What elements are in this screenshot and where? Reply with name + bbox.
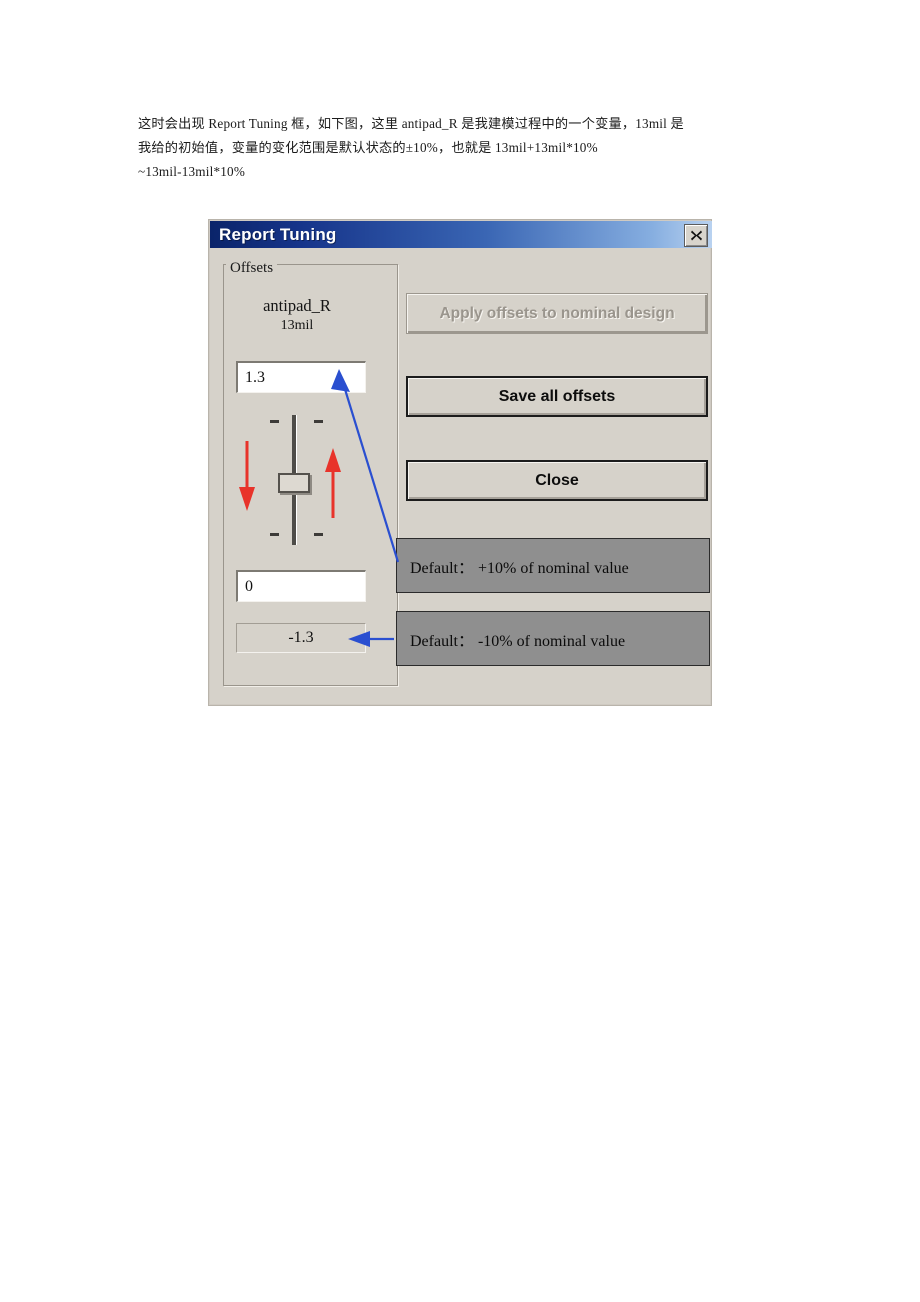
save-all-offsets-button[interactable]: Save all offsets bbox=[406, 376, 708, 417]
close-dialog-button[interactable]: Close bbox=[406, 460, 708, 501]
upper-offset-value: 1.3 bbox=[245, 368, 265, 386]
offsets-legend-label: Offsets bbox=[226, 261, 278, 276]
lower-offset-value: -1.3 bbox=[288, 629, 314, 646]
callout-minus-text: Default： -10% of nominal value bbox=[410, 632, 626, 650]
close-dialog-label: Close bbox=[535, 471, 579, 489]
doc-line-3: ~13mil-13mil*10% bbox=[138, 164, 246, 179]
slider-thumb[interactable] bbox=[278, 473, 310, 493]
slider-tick-bottom-right bbox=[314, 533, 323, 536]
callout-plus-ten: Default： +10% of nominal value bbox=[396, 538, 710, 593]
dialog-title: Report Tuning bbox=[219, 224, 337, 244]
apply-offsets-label: Apply offsets to nominal design bbox=[439, 304, 675, 322]
callout-plus-text: Default： +10% of nominal value bbox=[410, 559, 629, 577]
lower-offset-field: -1.3 bbox=[236, 623, 366, 653]
mid-offset-value: 0 bbox=[245, 577, 253, 595]
slider-tick-bottom-left bbox=[270, 533, 279, 536]
variable-name-label: antipad_R bbox=[263, 296, 331, 315]
upper-offset-input[interactable]: 1.3 bbox=[236, 361, 366, 393]
mid-offset-input[interactable]: 0 bbox=[236, 570, 366, 602]
dialog-titlebar[interactable]: Report Tuning bbox=[210, 221, 712, 248]
callout-minus-ten: Default： -10% of nominal value bbox=[396, 611, 710, 666]
apply-offsets-button[interactable]: Apply offsets to nominal design bbox=[406, 293, 708, 334]
doc-line-2: 我给的初始值，变量的变化范围是默认状态的±10%，也就是 13mil+13mil… bbox=[138, 140, 598, 155]
doc-line-1: 这时会出现 Report Tuning 框，如下图，这里 antipad_R 是… bbox=[138, 116, 684, 131]
red-down-arrow bbox=[239, 441, 255, 511]
nominal-value-label: 13mil bbox=[280, 318, 314, 333]
slider-tick-top-right bbox=[314, 420, 323, 423]
document-paragraph: 这时会出现 Report Tuning 框，如下图，这里 antipad_R 是… bbox=[138, 112, 790, 184]
slider-tick-top-left bbox=[270, 420, 279, 423]
close-button[interactable] bbox=[684, 224, 708, 247]
close-x-icon bbox=[690, 230, 702, 241]
red-up-arrow bbox=[325, 448, 341, 518]
save-all-offsets-label: Save all offsets bbox=[498, 387, 616, 405]
